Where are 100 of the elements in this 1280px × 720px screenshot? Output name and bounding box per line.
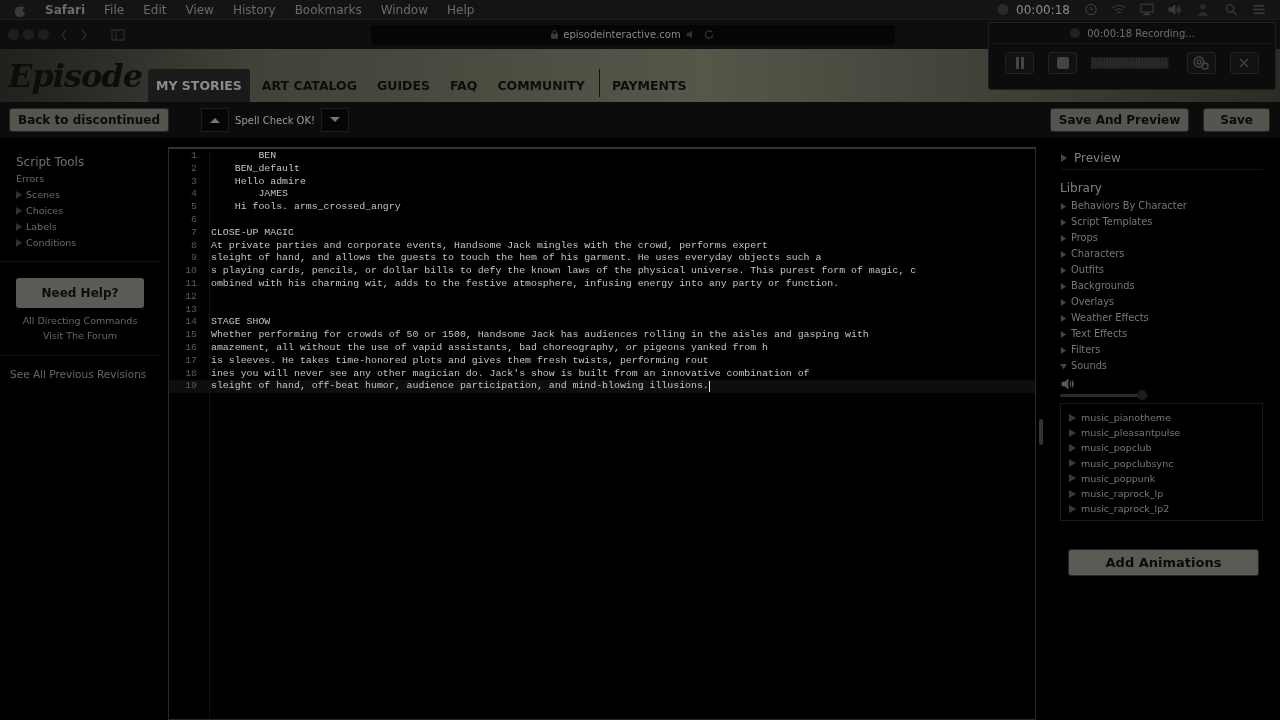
preview-toggle[interactable]: Preview (1060, 147, 1263, 170)
save-button[interactable]: Save (1203, 108, 1270, 132)
code-line: Hello admire (233, 175, 306, 189)
library-item[interactable]: Script Templates (1060, 214, 1263, 230)
previous-button[interactable] (201, 108, 230, 132)
tool-section[interactable]: Choices (16, 203, 144, 219)
wifi-icon[interactable] (1112, 3, 1126, 16)
scrollbar[interactable] (1039, 419, 1043, 445)
library-item[interactable]: Characters (1060, 246, 1263, 262)
nav-tab[interactable]: MY STORIES (148, 69, 250, 102)
help-button[interactable]: Need Help? (16, 278, 144, 308)
stop-button[interactable] (1048, 52, 1078, 74)
menu-item[interactable]: Safari (45, 2, 86, 17)
help-link[interactable]: All Directing Commands (22, 313, 138, 328)
menu-item[interactable]: Window (380, 2, 428, 17)
library-item[interactable]: Text Effects (1060, 326, 1263, 342)
library-item[interactable]: Backgrounds (1060, 278, 1263, 294)
stop-icon (1056, 57, 1069, 69)
back-button[interactable]: Back to discontinued (9, 108, 170, 132)
library-item[interactable]: Sounds (1060, 358, 1263, 374)
tool-section[interactable]: Scenes (16, 187, 144, 203)
code-line: s playing cards, pencils, or dollar bills to defy the known laws of the physical universe. This purest form of magic, c (210, 265, 917, 278)
code-line: sleight of hand, off-beat humor, audience participation, and mind-blowing illusions. (210, 380, 709, 394)
menu-item[interactable]: Edit (143, 2, 167, 17)
slider-thumb[interactable] (1136, 390, 1147, 400)
spell-check-status: Spell Check OK! (235, 114, 316, 126)
line-number: 4 (169, 188, 210, 202)
add-animations-button[interactable]: Add Animations (1068, 549, 1259, 577)
sound-item[interactable]: music_pianotheme (1069, 410, 1262, 426)
line-number: 13 (169, 303, 210, 317)
apple-icon[interactable] (14, 2, 26, 17)
errors-label: Errors (16, 172, 46, 186)
nav-tab[interactable]: PAYMENTS (603, 70, 695, 102)
webcam-icon (1193, 56, 1210, 70)
clock-icon[interactable] (1084, 3, 1098, 16)
menu-item[interactable]: File (104, 2, 125, 17)
forward-icon[interactable] (79, 27, 89, 42)
save-and-preview-button[interactable]: Save And Preview (1049, 108, 1190, 132)
revisions-link[interactable]: See All Previous Revisions (0, 356, 168, 380)
sidebar-icon[interactable] (111, 28, 125, 41)
line-number: 17 (169, 354, 210, 368)
camera-button[interactable] (1186, 52, 1216, 74)
nav-tab[interactable]: GUIDES (369, 70, 438, 102)
menu-item[interactable]: Bookmarks (294, 2, 362, 17)
code-line: amazement, all without the use of vapid assistants, bad choreography, or pigeons yanked from h (210, 341, 769, 355)
script-editor[interactable] (168, 147, 1036, 720)
sound-item[interactable]: music_popclubsync (1069, 455, 1262, 471)
library-item[interactable]: Behaviors By Character (1060, 198, 1263, 214)
sound-item[interactable]: music_pleasantpulse (1069, 425, 1262, 441)
recording-status: 00:00:18 Recording... (1087, 27, 1195, 39)
text-cursor (708, 381, 710, 393)
help-link[interactable]: Visit The Forum (42, 328, 118, 343)
up-icon (210, 117, 221, 123)
code-line: BEN_default (233, 162, 300, 176)
nav-tab[interactable]: COMMUNITY (489, 70, 593, 102)
sound-item[interactable]: music_raprock_lp2 (1069, 501, 1262, 517)
sound-item[interactable]: music_popclub (1069, 440, 1262, 456)
lock-icon (551, 30, 559, 39)
next-button[interactable] (321, 108, 350, 132)
sound-item[interactable]: music_raprock_lp (1069, 486, 1262, 502)
volume-icon[interactable] (1168, 3, 1182, 16)
nav-tab[interactable]: FAQ (441, 70, 486, 102)
library-item[interactable]: Overlays (1060, 294, 1263, 310)
tool-section[interactable]: Labels (16, 219, 144, 235)
code-line: At private parties and corporate events, Handsome Jack mingles with the crowd, performs expert (210, 239, 769, 253)
line-number: 6 (169, 214, 210, 227)
code-line: CLOSE-UP MAGIC (210, 226, 294, 240)
line-number: 5 (169, 201, 210, 214)
menu-item[interactable]: History (232, 2, 276, 17)
menu-item[interactable]: Help (447, 2, 475, 17)
code-line: BEN (257, 150, 277, 163)
speaker-icon (1061, 378, 1075, 390)
expand-icon (1061, 154, 1067, 162)
display-icon[interactable] (1140, 3, 1154, 16)
close-button[interactable] (1229, 52, 1259, 74)
line-number: 19 (169, 380, 210, 394)
pause-button[interactable] (1005, 52, 1035, 74)
reload-icon[interactable] (702, 29, 715, 40)
line-number: 3 (169, 175, 210, 189)
code-line: sleight of hand, and allows the guests to touch the hem of his garment. He uses everyday objects such a (210, 252, 822, 266)
tool-section[interactable]: Conditions (16, 235, 144, 251)
address-bar[interactable]: episodeinteractive.com (371, 24, 895, 45)
search-icon[interactable] (1224, 3, 1238, 16)
library-item[interactable]: Outfits (1060, 262, 1263, 278)
code-line: Hi fools. arms_crossed_angry (233, 201, 401, 214)
line-number: 10 (169, 265, 210, 278)
line-number: 14 (169, 316, 210, 330)
code-line: ines you will never see any other magician do. Jack's show is built from an innovative combination of (210, 367, 810, 381)
library-item[interactable]: Weather Effects (1060, 310, 1263, 326)
menu-icon[interactable] (1252, 3, 1266, 16)
collapse-icon (1060, 362, 1067, 370)
line-number: 9 (169, 252, 210, 266)
sound-item[interactable]: music_poppunk (1069, 470, 1262, 486)
line-number: 12 (169, 290, 210, 304)
code-line: STAGE SHOW (210, 316, 271, 330)
code-line: JAMES (257, 188, 289, 202)
library-item[interactable]: Filters (1060, 342, 1263, 358)
library-item[interactable]: Props (1060, 230, 1263, 246)
menu-item[interactable]: View (185, 2, 214, 17)
back-icon[interactable] (59, 27, 69, 42)
